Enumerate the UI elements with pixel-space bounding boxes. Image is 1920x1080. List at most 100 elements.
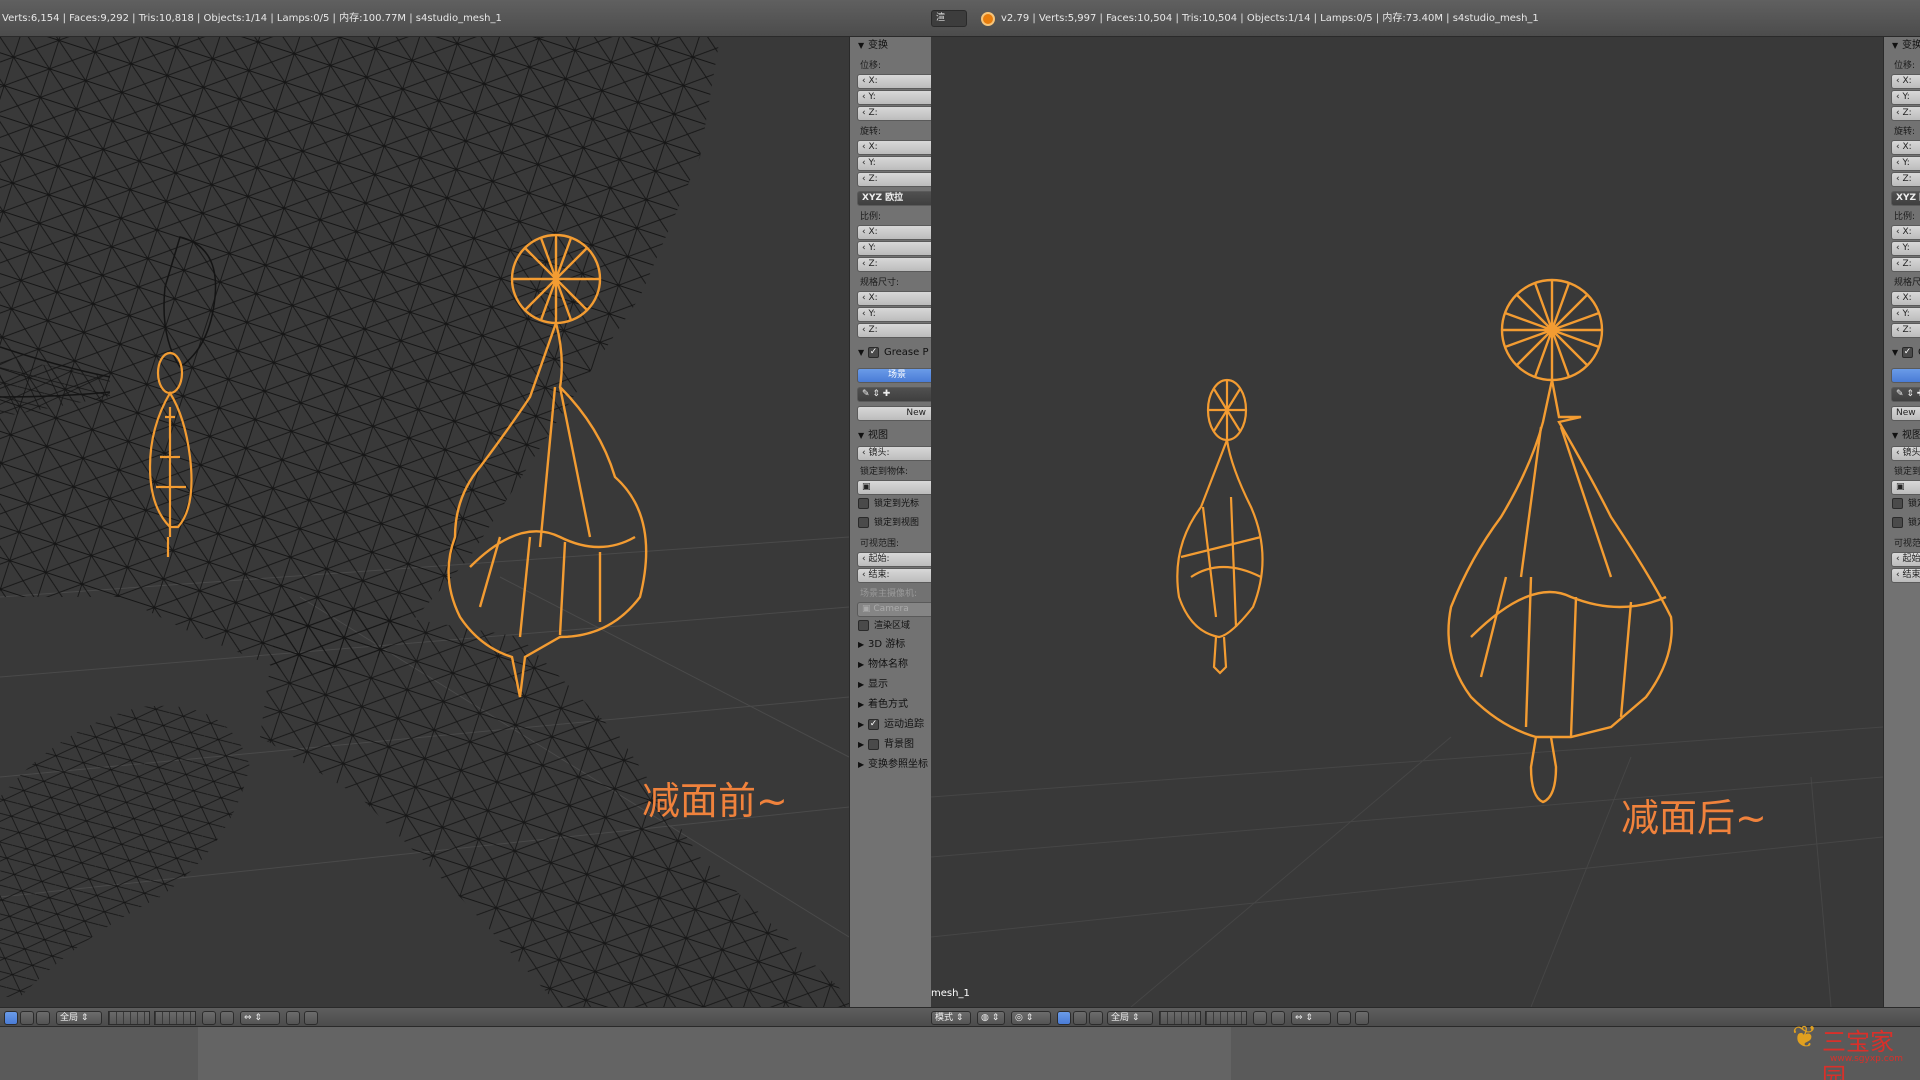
rotation-y-field[interactable]: ‹ Y: [857, 156, 931, 171]
lock-to-cursor-checkbox[interactable]: 锁定到光标 [850, 495, 931, 514]
manipulator-icon[interactable] [1057, 1011, 1071, 1025]
layers-grid-a[interactable] [1159, 1011, 1201, 1025]
dimensions-z-field[interactable]: ‹ Z: [857, 323, 931, 338]
scene-source-button[interactable]: 场景 [857, 368, 931, 383]
rotation-y-field[interactable]: ‹ Y: [1891, 156, 1920, 171]
item-panel-header[interactable]: ▶ 物体名称 [850, 656, 931, 674]
scale-icon[interactable] [1089, 1011, 1103, 1025]
dimensions-x-field[interactable]: ‹ X: [1891, 291, 1920, 306]
location-x-field[interactable]: ‹ X: [1891, 74, 1920, 89]
checkbox-checked-icon[interactable]: ✓ [868, 718, 879, 730]
lens-field[interactable]: ‹ 镜头: [857, 446, 931, 461]
rotation-z-field[interactable]: ‹ Z: [857, 172, 931, 187]
clip-end-field[interactable]: ‹ 结束: [857, 568, 931, 583]
3d-viewport-after[interactable]: 减面后~ mesh_1 [931, 37, 1883, 1007]
dimensions-z-field[interactable]: ‹ Z: [1891, 323, 1920, 338]
proportional-edit-icon[interactable] [1271, 1011, 1285, 1025]
lock-camera-to-view-checkbox[interactable]: 锁定到视图 [1884, 514, 1920, 533]
display-panel-header[interactable]: ▶ 显示 [850, 676, 931, 694]
site-watermark: ❦ 三宝家园 www.sgyxp.com [1792, 1016, 1912, 1080]
collapse-triangle-icon: ▼ [1892, 431, 1899, 440]
checkbox-checked-icon[interactable]: ✓ [1902, 346, 1913, 358]
opengl-render-icon[interactable] [304, 1011, 318, 1025]
motion-tracking-panel-header[interactable]: ▶ ✓ 运动追踪 [850, 716, 931, 734]
checkbox-checked-icon[interactable]: ✓ [868, 346, 879, 358]
scale-z-field[interactable]: ‹ Z: [857, 257, 931, 272]
location-y-field[interactable]: ‹ Y: [1891, 90, 1920, 105]
render-border-checkbox[interactable]: 渲染区域 [850, 617, 931, 636]
before-decimate-label: 减面前~ [642, 779, 788, 823]
watermark-text: 三宝家园 [1822, 1028, 1894, 1080]
collapse-triangle-icon: ▼ [858, 431, 865, 440]
scale-x-field[interactable]: ‹ X: [857, 225, 931, 240]
location-y-field[interactable]: ‹ Y: [857, 90, 931, 105]
rotate-icon[interactable] [1073, 1011, 1087, 1025]
background-images-panel-header[interactable]: ▶ 背景图 [850, 736, 931, 754]
lock-object-field[interactable]: ▣ [857, 480, 931, 495]
proportional-edit-icon[interactable] [220, 1011, 234, 1025]
clip-start-field[interactable]: ‹ 起始: [857, 552, 931, 567]
scale-y-field[interactable]: ‹ Y: [1891, 241, 1920, 256]
render-engine-select[interactable]: 渲 [931, 10, 967, 27]
grease-pencil-datablock[interactable]: ✎ ⇕ ✚ [1891, 387, 1920, 402]
snap-icon[interactable]: ⇔ ⇕ [240, 1011, 280, 1025]
active-object-name: mesh_1 [931, 988, 970, 999]
expand-triangle-icon: ▶ [858, 740, 865, 749]
scale-y-field[interactable]: ‹ Y: [857, 241, 931, 256]
grease-pencil-header[interactable]: ▼✓Grease P [850, 344, 931, 362]
scale-z-field[interactable]: ‹ Z: [1891, 257, 1920, 272]
shading-panel-header[interactable]: ▶ 着色方式 [850, 696, 931, 714]
lock-camera-to-view-checkbox[interactable]: 锁定到视图 [850, 514, 931, 533]
lock-to-cursor-checkbox[interactable]: 锁定到光标 [1884, 495, 1920, 514]
opengl-render-icon[interactable] [1355, 1011, 1369, 1025]
transform-orientations-panel-header[interactable]: ▶ 变换参照坐标 [850, 756, 931, 774]
clip-end-field[interactable]: ‹ 结束: [1891, 568, 1920, 583]
lock-layers-icon[interactable] [1253, 1011, 1267, 1025]
3d-cursor-panel-header[interactable]: ▶ 3D 游标 [850, 636, 931, 654]
snap-icon[interactable]: ⇔ ⇕ [1291, 1011, 1331, 1025]
view-panel-header[interactable]: ▼ 视图 [850, 427, 931, 445]
rotation-z-field[interactable]: ‹ Z: [1891, 172, 1920, 187]
interaction-mode-select[interactable]: 模式 ⇕ [931, 1011, 971, 1025]
location-z-field[interactable]: ‹ Z: [1891, 106, 1920, 121]
rotation-label: 旋转: [1894, 127, 1916, 137]
dimensions-y-field[interactable]: ‹ Y: [857, 307, 931, 322]
scene-source-button[interactable]: 场景 [1891, 368, 1920, 383]
render-icon[interactable] [286, 1011, 300, 1025]
timeline-frame-range [931, 1027, 1231, 1080]
rotation-mode-select[interactable]: XYZ 欧拉 [857, 191, 931, 206]
viewport-shading-icon[interactable]: ◍ ⇕ [977, 1011, 1005, 1025]
location-z-field[interactable]: ‹ Z: [857, 106, 931, 121]
dimensions-y-field[interactable]: ‹ Y: [1891, 307, 1920, 322]
rotation-mode-select[interactable]: XYZ 欧拉 [1891, 191, 1920, 206]
layers-grid-b[interactable] [1205, 1011, 1247, 1025]
pivot-point-icon[interactable]: ◎ ⇕ [1011, 1011, 1051, 1025]
new-button[interactable]: New [857, 406, 931, 421]
scale-icon[interactable] [36, 1011, 50, 1025]
wireframe-scene-before [0, 37, 849, 1007]
lens-field[interactable]: ‹ 镜头: [1891, 446, 1920, 461]
rotate-icon[interactable] [20, 1011, 34, 1025]
orientation-select[interactable]: 全局 ⇕ [56, 1011, 102, 1025]
new-button[interactable]: New [1891, 406, 1920, 421]
scale-x-field[interactable]: ‹ X: [1891, 225, 1920, 240]
grease-pencil-datablock[interactable]: ✎ ⇕ ✚ [857, 387, 931, 402]
lock-layers-icon[interactable] [202, 1011, 216, 1025]
rotation-x-field[interactable]: ‹ X: [1891, 140, 1920, 155]
manipulator-icon[interactable] [4, 1011, 18, 1025]
transform-panel-header[interactable]: ▼ 变换 [850, 37, 931, 55]
view-panel-header[interactable]: ▼ 视图 [1884, 427, 1920, 445]
location-x-field[interactable]: ‹ X: [857, 74, 931, 89]
orientation-select[interactable]: 全局 ⇕ [1107, 1011, 1153, 1025]
3d-viewport-before[interactable]: 减面前~ [0, 37, 849, 1007]
render-icon[interactable] [1337, 1011, 1351, 1025]
clip-start-field[interactable]: ‹ 起始: [1891, 552, 1920, 567]
layers-grid-a[interactable] [108, 1011, 150, 1025]
rotation-x-field[interactable]: ‹ X: [857, 140, 931, 155]
viewport-info-bar: Verts:6,154 | Faces:9,292 | Tris:10,818 … [0, 0, 931, 37]
grease-pencil-header[interactable]: ▼✓Grease P [1884, 344, 1920, 362]
lock-object-field[interactable]: ▣ [1891, 480, 1920, 495]
layers-grid-b[interactable] [154, 1011, 196, 1025]
transform-panel-header[interactable]: ▼ 变换 [1884, 37, 1920, 55]
dimensions-x-field[interactable]: ‹ X: [857, 291, 931, 306]
